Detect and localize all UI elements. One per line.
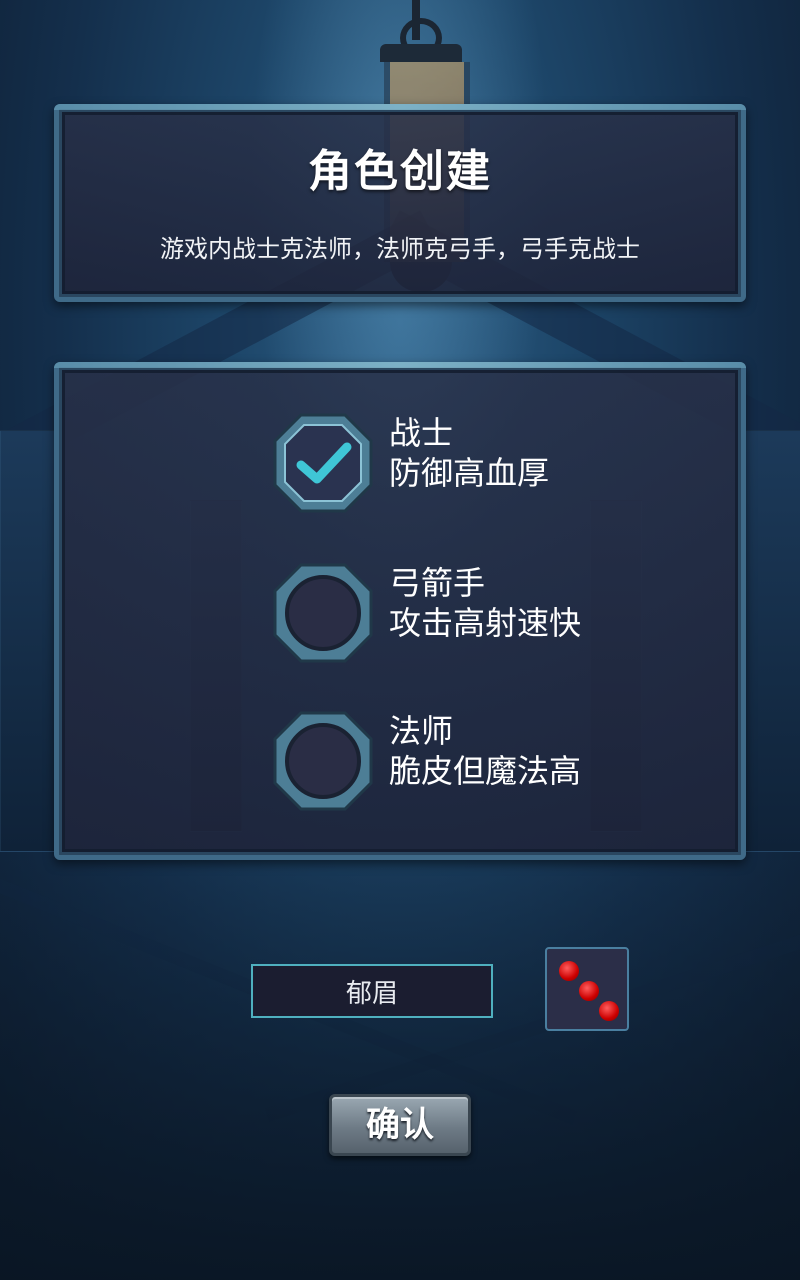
class-counter-hint: 游戏内战士克法师，法师克弓手，弓手克战士	[160, 235, 640, 263]
class-name: 法师	[389, 712, 454, 750]
random-name-dice-button[interactable]	[545, 947, 629, 1031]
dice-pip	[599, 1001, 619, 1021]
radio-empty-icon[interactable]	[271, 709, 375, 813]
class-option-mage[interactable]: 法师 脆皮但魔法高	[271, 709, 691, 819]
class-label: 法师 脆皮但魔法高	[389, 711, 581, 791]
page-title: 角色创建	[308, 146, 492, 197]
header-panel: 角色创建 游戏内战士克法师，法师克弓手，弓手克战士	[54, 104, 746, 302]
radio-checked-icon[interactable]	[271, 411, 375, 515]
class-label: 弓箭手 攻击高射速快	[389, 563, 581, 643]
character-name-input[interactable]	[251, 964, 493, 1018]
class-name: 战士	[389, 414, 454, 452]
class-name: 弓箭手	[389, 564, 486, 602]
radio-empty-icon[interactable]	[271, 561, 375, 665]
class-label: 战士 防御高血厚	[389, 413, 549, 493]
class-option-archer[interactable]: 弓箭手 攻击高射速快	[271, 561, 691, 671]
class-select-panel: 战士 防御高血厚 弓箭手 攻击高射速快 法师 脆皮但魔法高	[54, 362, 746, 860]
dice-pip	[579, 981, 599, 1001]
class-desc: 脆皮但魔法高	[389, 752, 582, 790]
confirm-button[interactable]: 确认	[329, 1094, 471, 1156]
class-option-warrior[interactable]: 战士 防御高血厚	[271, 411, 691, 521]
class-desc: 防御高血厚	[389, 454, 550, 492]
dice-pip	[559, 961, 579, 981]
class-desc: 攻击高射速快	[389, 604, 582, 642]
